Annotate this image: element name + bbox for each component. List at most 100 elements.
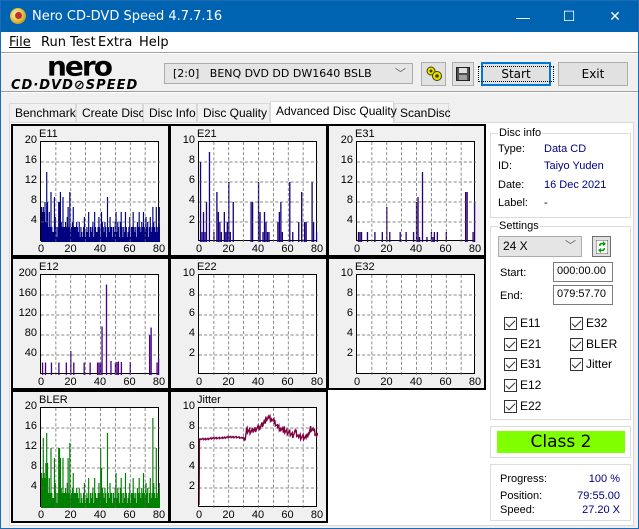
menu-help[interactable]: Help	[139, 35, 169, 50]
bar	[229, 232, 231, 242]
y-tick-label: 6	[188, 440, 195, 452]
checkbox-e12-box[interactable]	[504, 378, 517, 392]
graph-e32-plot-area	[356, 274, 476, 375]
bar	[464, 192, 467, 242]
menu-file[interactable]: File	[9, 35, 31, 50]
y-tick-label: 20	[24, 134, 37, 146]
x-tick-label: 60	[123, 376, 136, 388]
tab-create-disc[interactable]: Create Disc	[76, 103, 145, 122]
bar	[262, 232, 264, 242]
y-tick-label: 20	[24, 400, 37, 412]
disc-label-value: -	[544, 197, 548, 209]
exit-button-label: Exit	[581, 67, 605, 81]
y-tick-label: 4	[30, 214, 37, 226]
refresh-speed-button[interactable]	[592, 236, 611, 257]
tab-disc-quality[interactable]: Disc Quality	[197, 103, 270, 122]
graph-bler-series	[41, 418, 160, 508]
graph-e12-plot-area	[40, 274, 160, 375]
disc-info-group-label: Disc info	[498, 127, 543, 139]
checkbox-e21-box[interactable]	[504, 337, 517, 351]
checkbox-e11[interactable]: E11	[504, 316, 540, 330]
menu-run-test[interactable]: Run Test	[41, 35, 96, 50]
checkbox-bler-box[interactable]	[570, 337, 583, 351]
bar	[50, 362, 53, 375]
x-tick-label: 60	[281, 509, 294, 521]
bar	[89, 362, 91, 375]
bar	[304, 222, 306, 242]
drive-info-button[interactable]	[421, 62, 446, 86]
start-time-input[interactable]: 000:00.00	[553, 262, 613, 282]
x-tick-label: 80	[468, 376, 482, 388]
checkbox-e31-box[interactable]	[504, 357, 517, 371]
checkbox-e31[interactable]: E31	[504, 357, 541, 371]
y-tick-label: 8	[30, 194, 37, 206]
graph-e22-plot-area	[198, 274, 318, 375]
checkbox-e32[interactable]: E32	[570, 316, 607, 330]
minimize-button[interactable]: —	[500, 1, 546, 32]
tab-advanced-disc-quality[interactable]: Advanced Disc Quality	[270, 101, 397, 123]
bar	[305, 222, 307, 242]
graph-e31-title: E31	[355, 128, 375, 140]
speed-select[interactable]: 24 X ﹀	[498, 236, 582, 257]
bar	[202, 212, 205, 242]
y-tick-label: 10	[340, 267, 353, 279]
menu-extra[interactable]: Extra	[98, 35, 132, 50]
save-button[interactable]	[452, 62, 474, 86]
graph-jitter-svg	[199, 408, 318, 508]
graph-e21-svg	[199, 142, 318, 242]
checkbox-jitter[interactable]: Jitter	[570, 357, 612, 371]
graph-e22: E22 10 8 6 4 2 0 20 40 60 80	[169, 257, 328, 390]
end-time-input[interactable]: 079:57.70	[553, 285, 613, 305]
checkbox-bler[interactable]: BLER	[570, 337, 617, 351]
bar	[312, 222, 315, 242]
bar	[105, 284, 108, 375]
checkbox-e12[interactable]: E12	[504, 378, 541, 392]
y-tick-label: 4	[30, 480, 37, 492]
bar	[263, 212, 266, 242]
date-label: Date:	[498, 179, 525, 191]
y-tick-label: 4	[346, 327, 353, 339]
x-tick-label: 80	[468, 243, 482, 255]
drive-select[interactable]: [2:0] BENQ DVD DD DW1640 BSLB ﹀	[164, 63, 413, 84]
bar	[65, 362, 67, 375]
checkbox-e32-box[interactable]	[570, 316, 583, 330]
bar	[208, 152, 211, 242]
x-tick-label: 20	[64, 509, 77, 521]
checkbox-e22-box[interactable]	[504, 399, 517, 413]
bar	[472, 232, 474, 242]
y-tick-label: 8	[188, 420, 195, 432]
bar	[223, 212, 225, 242]
window-title: Nero CD-DVD Speed 4.7.7.16	[32, 9, 223, 24]
bar	[159, 483, 160, 508]
x-tick-label: 80	[310, 376, 324, 388]
maximize-button[interactable]: ☐	[546, 1, 592, 32]
bar	[96, 362, 99, 375]
checkbox-e21[interactable]: E21	[504, 337, 541, 351]
checkbox-jitter-box[interactable]	[570, 357, 583, 371]
bar	[116, 362, 118, 375]
y-tick-label: 120	[18, 307, 37, 319]
class-result-group: Class 2	[490, 426, 631, 458]
y-tick-label: 4	[346, 214, 353, 226]
tab-scandisc[interactable]: ScanDisc	[394, 103, 451, 122]
graph-e11: E11 20 16 12 8 4 0 20 40 60 80	[11, 124, 170, 257]
checkbox-e11-box[interactable]	[504, 316, 517, 330]
y-tick-label: 6	[188, 307, 195, 319]
bar	[201, 232, 203, 242]
start-time-label: Start:	[500, 267, 527, 279]
menu-extra-label: Extra	[98, 35, 133, 50]
bar	[374, 232, 376, 242]
exit-button[interactable]: Exit	[558, 62, 628, 86]
checkbox-e22[interactable]: E22	[504, 399, 541, 413]
graph-jitter: Jitter 10 8 6 4 2 0 20 40 60 80	[169, 390, 328, 523]
tab-benchmark[interactable]: Benchmark	[9, 103, 76, 122]
start-button[interactable]: Start	[478, 62, 554, 86]
tab-disc-info[interactable]: Disc Info	[143, 103, 197, 122]
x-tick-label: 0	[353, 243, 361, 255]
speed-label: Speed:	[500, 504, 535, 516]
checkbox-e22-label: E22	[520, 399, 542, 413]
y-tick-label: 160	[18, 287, 37, 299]
bar	[433, 232, 436, 242]
close-button[interactable]: ✕	[592, 1, 638, 32]
y-tick-label: 10	[182, 267, 195, 279]
